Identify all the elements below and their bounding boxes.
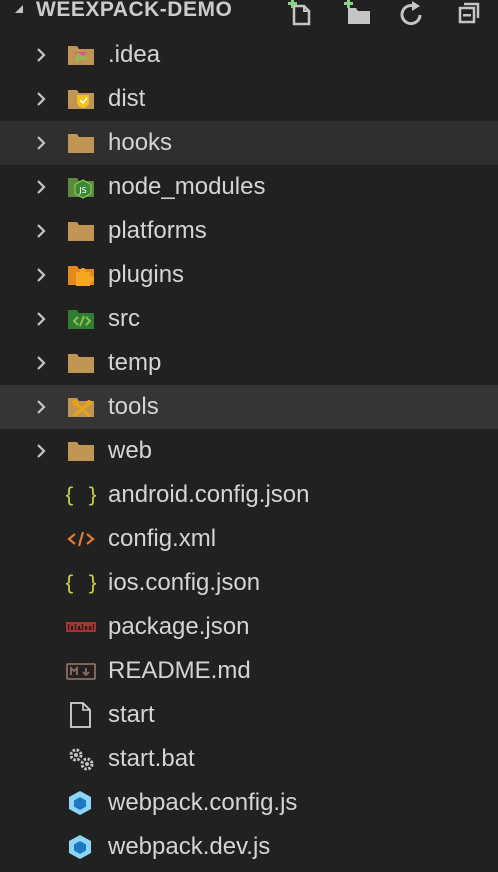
chevron-right-icon[interactable] (36, 91, 46, 107)
svg-text:JS: JS (78, 186, 86, 195)
json-icon: { } (66, 482, 96, 508)
tree-item-label: start.bat (108, 745, 195, 772)
plugin-folder-icon (66, 262, 96, 288)
tree-file-config-xml[interactable]: config.xml (0, 517, 498, 561)
tree-file-ios-config-json[interactable]: { } ios.config.json (0, 561, 498, 605)
svg-text:{ }: { } (66, 571, 96, 595)
tree-folder-src[interactable]: src (0, 297, 498, 341)
tree-file-package-json[interactable]: package.json (0, 605, 498, 649)
chevron-right-icon[interactable] (36, 311, 46, 327)
tree-item-label: temp (108, 349, 162, 376)
tree-item-label: .idea (108, 41, 161, 68)
webpack-icon (66, 834, 96, 860)
tree-item-label: ios.config.json (108, 569, 261, 596)
tree-item-label: webpack.dev.js (108, 833, 271, 860)
tree-item-label: package.json (108, 613, 250, 640)
chevron-down-icon[interactable] (12, 2, 26, 21)
folder-icon (66, 350, 96, 376)
tree-folder-tools[interactable]: tools (0, 385, 498, 429)
tree-file-start[interactable]: start (0, 693, 498, 737)
json-icon: { } (66, 570, 96, 596)
tree-item-label: platforms (108, 217, 207, 244)
tree-file-webpack-config-js[interactable]: webpack.config.js (0, 781, 498, 825)
tree-item-label: webpack.config.js (108, 789, 298, 816)
refresh-icon[interactable] (398, 0, 428, 26)
npm-icon (66, 614, 96, 640)
chevron-right-icon[interactable] (36, 47, 46, 63)
tree-folder-node-modules[interactable]: JS node_modules (0, 165, 498, 209)
tree-folder-hooks[interactable]: hooks (0, 121, 498, 165)
idea-folder-icon (66, 42, 96, 68)
tree-item-label: start (108, 701, 155, 728)
tree-item-label: config.xml (108, 525, 217, 552)
collapse-all-icon[interactable] (454, 0, 484, 24)
tree-item-label: web (108, 437, 153, 464)
folder-icon (66, 130, 96, 156)
new-file-icon[interactable] (286, 0, 316, 26)
tree-folder-idea[interactable]: .idea (0, 33, 498, 77)
tree-item-label: tools (108, 393, 159, 420)
tree-file-start-bat[interactable]: start.bat (0, 737, 498, 781)
chevron-right-icon[interactable] (36, 135, 46, 151)
webpack-icon (66, 790, 96, 816)
explorer-section-header[interactable]: WEEXPACK-DEMO (0, 0, 498, 32)
xml-icon (66, 526, 96, 552)
tree-item-label: dist (108, 85, 146, 112)
file-tree: .idea dist hooks JS node_modules platfor… (0, 33, 498, 869)
file-explorer: WEEXPACK-DEMO .idea dist hooks JS node_m… (0, 0, 498, 872)
tree-item-label: android.config.json (108, 481, 310, 508)
tree-folder-dist[interactable]: dist (0, 77, 498, 121)
explorer-section-title: WEEXPACK-DEMO (36, 0, 233, 21)
tree-file-readme-md[interactable]: README.md (0, 649, 498, 693)
gear-icon (66, 746, 96, 772)
tree-folder-temp[interactable]: temp (0, 341, 498, 385)
chevron-right-icon[interactable] (36, 179, 46, 195)
file-icon (66, 702, 96, 728)
tree-item-label: hooks (108, 129, 173, 156)
tree-folder-plugins[interactable]: plugins (0, 253, 498, 297)
tree-item-label: README.md (108, 657, 251, 684)
tree-folder-web[interactable]: web (0, 429, 498, 473)
chevron-right-icon[interactable] (36, 399, 46, 415)
tree-item-label: src (108, 305, 140, 332)
new-folder-icon[interactable] (342, 0, 372, 24)
dist-folder-icon (66, 86, 96, 112)
markdown-icon (66, 658, 96, 684)
folder-icon (66, 438, 96, 464)
tree-file-android-config-json[interactable]: { } android.config.json (0, 473, 498, 517)
node-folder-icon: JS (66, 174, 96, 200)
svg-text:{ }: { } (66, 483, 96, 507)
tree-item-label: node_modules (108, 173, 266, 200)
tree-item-label: plugins (108, 261, 185, 288)
src-folder-icon (66, 306, 96, 332)
chevron-right-icon[interactable] (36, 443, 46, 459)
tools-folder-icon (66, 394, 96, 420)
chevron-right-icon[interactable] (36, 223, 46, 239)
chevron-right-icon[interactable] (36, 355, 46, 371)
tree-file-webpack-dev-js[interactable]: webpack.dev.js (0, 825, 498, 869)
folder-icon (66, 218, 96, 244)
tree-folder-platforms[interactable]: platforms (0, 209, 498, 253)
chevron-right-icon[interactable] (36, 267, 46, 283)
